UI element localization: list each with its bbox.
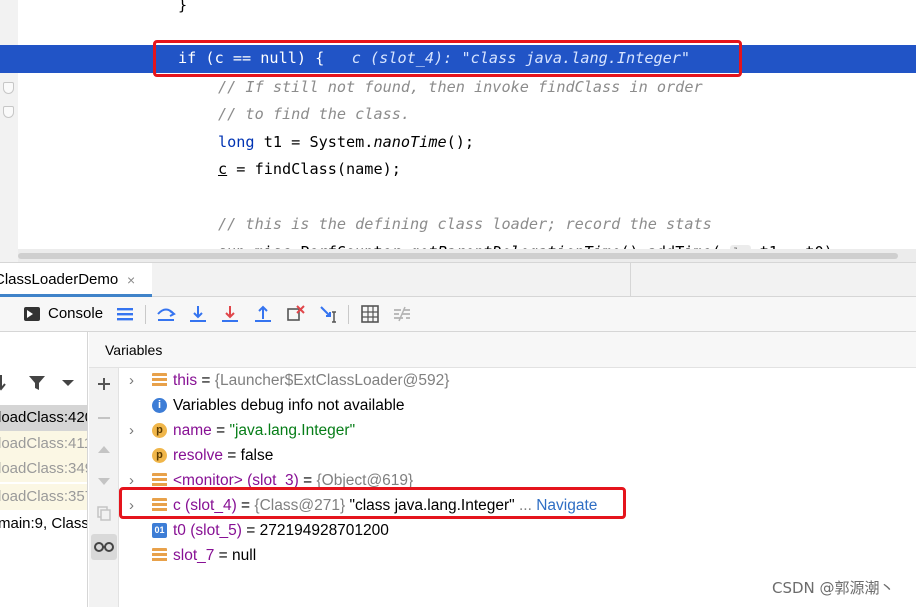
run-to-cursor-icon[interactable] [318, 303, 340, 325]
variable-row[interactable]: p resolve = false [119, 443, 916, 468]
frame-label: loadClass:357, ClassLoader [0, 488, 87, 505]
divider [348, 305, 349, 324]
frame-row[interactable]: loadClass:349, Launcher [0, 456, 87, 482]
frame-row[interactable]: loadClass:420, ClassLoader [0, 405, 87, 431]
force-step-into-icon[interactable] [219, 303, 241, 325]
keyword: long [218, 133, 255, 151]
equals: = [211, 422, 230, 439]
parameter-icon: p [152, 423, 167, 438]
variable-name: t0 [173, 522, 186, 539]
equals: = [197, 372, 215, 389]
variable-slot: (slot_5) [185, 522, 242, 539]
variable-text: slot_7 = null [173, 543, 256, 568]
glasses-icon [94, 542, 114, 552]
chevron-right-icon[interactable]: › [129, 368, 134, 393]
code-line-t1: long t1 = System.nanoTime(); [218, 129, 474, 156]
divider [145, 305, 146, 324]
variable-name: resolve [173, 447, 223, 464]
variable-value: = 272194928701200 [241, 522, 389, 539]
variables-side-toolbar [89, 368, 119, 607]
frame-row[interactable]: loadClass:357, ClassLoader [0, 484, 87, 510]
variable-value: = false [222, 447, 274, 464]
step-out-icon[interactable] [252, 303, 274, 325]
info-message: Variables debug info not available [173, 397, 405, 414]
menu-icon[interactable] [114, 303, 136, 325]
code-comment-line: // this is the defining class loader; re… [218, 215, 712, 233]
frame-label: loadClass:349, Launcher [0, 460, 87, 477]
variables-header: Variables [89, 332, 916, 368]
copy-icon[interactable] [96, 505, 112, 521]
variable-value: "java.lang.Integer" [229, 422, 356, 439]
parameter-icon: p [152, 448, 167, 463]
variable-name: slot_7 [173, 547, 215, 564]
frame-row[interactable]: main:9, ClassLoaderDemo [0, 511, 88, 537]
annotation-highlight-box [119, 487, 626, 519]
frame-label: main:9, ClassLoaderDemo [0, 515, 88, 532]
fold-marker-icon[interactable] [3, 106, 14, 118]
tab-label: ClassLoaderDemo [0, 271, 119, 288]
trace-stream-icon[interactable] [391, 303, 413, 325]
chevron-down-icon[interactable] [61, 378, 75, 388]
method-name: nanoTime [373, 133, 447, 151]
variable-text: name = "java.lang.Integer" [173, 418, 355, 443]
variable-row[interactable]: i Variables debug info not available [119, 393, 916, 418]
arrow-down-icon[interactable] [0, 374, 10, 392]
console-label: Console [48, 305, 104, 322]
chevron-right-icon[interactable]: › [129, 418, 134, 443]
step-over-icon[interactable] [155, 303, 177, 325]
variable-text: this = {Launcher$ExtClassLoader@592} [173, 368, 449, 393]
move-down-icon[interactable] [96, 473, 112, 489]
frames-toolbar [0, 368, 87, 398]
scrollbar-thumb[interactable] [18, 253, 898, 259]
code-line-findclass: c = findClass(name); [218, 156, 401, 183]
field-icon [152, 548, 167, 563]
variable-row[interactable]: › p name = "java.lang.Integer" [119, 418, 916, 443]
drop-frame-icon[interactable] [285, 303, 307, 325]
variables-title: Variables [105, 342, 163, 358]
variable-value: {Launcher$ExtClassLoader@592} [214, 372, 450, 389]
tab-debug-session[interactable]: ClassLoaderDemo × [0, 263, 152, 297]
variable-row[interactable]: 01 t0 (slot_5) = 272194928701200 [119, 518, 916, 543]
add-watch-icon[interactable] [96, 376, 112, 392]
variable-text: resolve = false [173, 443, 273, 468]
primitive-icon: 01 [152, 523, 167, 538]
annotation-highlight-box [153, 40, 742, 77]
horizontal-scrollbar[interactable] [18, 249, 916, 262]
debug-tab-strip: ClassLoaderDemo × [0, 262, 916, 297]
code-text: t1 = System. [254, 133, 374, 151]
variable-name: name [173, 422, 212, 439]
step-into-icon[interactable] [187, 303, 209, 325]
fold-marker-icon[interactable] [3, 82, 14, 94]
close-icon[interactable]: × [127, 263, 135, 297]
remove-watch-icon[interactable] [96, 410, 112, 426]
divider [630, 263, 631, 297]
evaluate-expression-icon[interactable] [359, 303, 381, 325]
watermark: CSDN @郭源潮丶 [772, 579, 895, 597]
variable-text: t0 (slot_5) = 272194928701200 [173, 518, 389, 543]
code-comment-line: // If still not found, then invoke findC… [218, 78, 703, 96]
debug-toolbar: Console [0, 297, 916, 332]
frame-label: loadClass:420, ClassLoader [0, 409, 87, 426]
frame-label: loadClass:411, ClassLoader [0, 435, 87, 452]
field-icon [152, 373, 167, 388]
frames-panel: loadClass:420, ClassLoader loadClass:411… [0, 332, 88, 607]
variable-name: this [173, 372, 198, 389]
code-editor[interactable]: } if (c == null) { c (slot_4): "class ja… [0, 0, 916, 262]
filter-icon[interactable] [28, 374, 46, 392]
variable-row[interactable]: slot_7 = null [119, 543, 916, 568]
show-watches-toggle[interactable] [91, 534, 117, 560]
frame-row[interactable]: loadClass:411, ClassLoader [0, 431, 87, 457]
code-text: = findClass(name); [227, 160, 401, 178]
variable-value: = null [214, 547, 257, 564]
move-up-icon[interactable] [96, 442, 112, 458]
field-icon [152, 473, 167, 488]
code-comment-line: // to find the class. [218, 105, 411, 123]
variable-row[interactable]: › this = {Launcher$ExtClassLoader@592} [119, 368, 916, 393]
editor-gutter[interactable] [0, 0, 18, 262]
code-line-brace: } [178, 0, 188, 14]
variable-ref: c [218, 160, 228, 178]
code-text: (); [446, 133, 475, 151]
info-icon: i [152, 398, 167, 413]
console-icon [24, 307, 40, 321]
